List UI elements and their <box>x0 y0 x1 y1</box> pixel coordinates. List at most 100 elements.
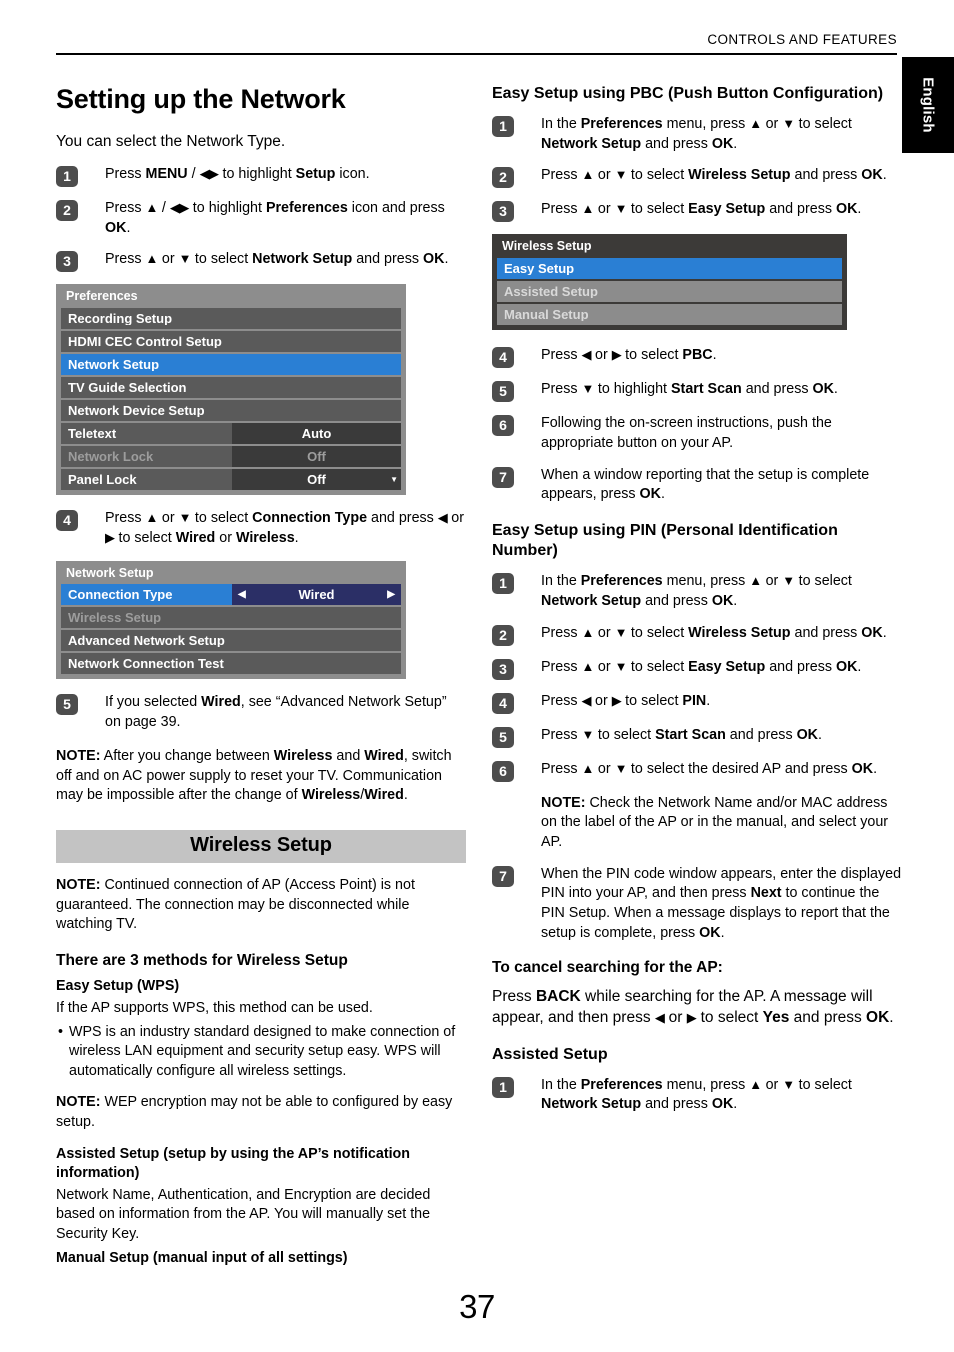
pbc-steps-1-3: 1 In the Preferences menu, press ▲ or ▼ t… <box>492 115 902 223</box>
wireless-setup-menu-title: Wireless Setup <box>502 239 592 254</box>
step-item: 4 Press ◀ or ▶ to select PIN. <box>492 692 902 714</box>
page-number: 37 <box>459 1288 495 1325</box>
menu-row[interactable]: Easy Setup <box>497 258 842 280</box>
menu-row-label: Network Device Setup <box>68 404 205 418</box>
menu-row-value[interactable]: ◀ Wired ▶ <box>232 584 401 606</box>
chevron-right-icon[interactable]: ▶ <box>387 589 395 600</box>
step-item: 3 Press ▲ or ▼ to select Easy Setup and p… <box>492 658 902 680</box>
step-item: 3 Press ▲ or ▼ to select Network Setup a… <box>56 250 466 273</box>
wireless-setup-menu-rows: Easy Setup Assisted Setup Manual Setup <box>497 258 842 326</box>
step-number-badge: 1 <box>492 573 514 595</box>
menu-row[interactable]: Network Lock Off <box>61 446 401 468</box>
step-number-badge: 1 <box>56 165 78 187</box>
menu-row-value[interactable]: Auto <box>232 423 401 445</box>
menu-row-label: HDMI CEC Control Setup <box>68 335 222 349</box>
pbc-heading: Easy Setup using PBC (Push Button Config… <box>492 85 884 102</box>
menu-row-label: Network Lock <box>68 450 154 464</box>
step-text: Press ▲ or ▼ to select Wireless Setup an… <box>541 624 887 641</box>
pin-steps: 1 In the Preferences menu, press ▲ or ▼ t… <box>492 572 902 782</box>
step-item: 1 In the Preferences menu, press ▲ or ▼ t… <box>492 115 902 154</box>
step-item: 7 When the PIN code window appears, ente… <box>492 865 902 944</box>
step-number-badge: 6 <box>492 760 514 782</box>
step-number-badge: 2 <box>56 199 78 221</box>
step-text: Press ▼ to select Start Scan and press O… <box>541 726 822 743</box>
step-item: 2 Press ▲ or ▼ to select Wireless Setup a… <box>492 166 902 189</box>
step-number-badge: 1 <box>492 1076 514 1098</box>
menu-row-value[interactable]: Off <box>232 446 401 468</box>
wireless-setup-banner: Wireless Setup <box>56 829 466 863</box>
menu-row-label: Network Connection Test <box>68 657 224 671</box>
steps-group-setup: 1 Press MENU / ◀▶ to highlight Setup ico… <box>56 165 466 273</box>
step-item: 5 If you selected Wired, see “Advanced N… <box>56 693 466 732</box>
step-text: Press ▲ or ▼ to select Network Setup and… <box>105 251 449 268</box>
step-number-badge: 3 <box>492 201 514 223</box>
step-number-badge: 5 <box>492 381 514 403</box>
menu-row-label: Advanced Network Setup <box>68 634 225 648</box>
note-wep: NOTE: WEP encryption may not be able to … <box>56 1093 453 1130</box>
step-text: Press MENU / ◀▶ to highlight Setup icon. <box>105 165 370 182</box>
step-item: 1 In the Preferences menu, press ▲ or ▼ t… <box>492 572 902 611</box>
menu-row[interactable]: Network Device Setup <box>61 400 401 422</box>
menu-row[interactable]: Manual Setup <box>497 304 842 326</box>
step-text: In the Preferences menu, press ▲ or ▼ to… <box>541 1076 852 1113</box>
chevron-down-icon[interactable]: ▼ <box>390 475 398 484</box>
menu-row-label: Wireless Setup <box>68 611 162 625</box>
menu-row[interactable]: Panel Lock Off ▼ <box>61 469 401 491</box>
step-text: Press ▼ to highlight Start Scan and pres… <box>541 381 838 398</box>
step-number-badge: 4 <box>492 692 514 714</box>
step-number-badge: 2 <box>492 624 514 646</box>
menu-row[interactable]: Connection Type ◀ Wired ▶ <box>61 584 401 606</box>
pin-heading: Easy Setup using PIN (Personal Identific… <box>492 522 838 560</box>
step-text: Press ▲ or ▼ to select Connection Type a… <box>105 510 464 546</box>
menu-row-label: Connection Type <box>68 588 173 602</box>
menu-row-label: Recording Setup <box>68 312 173 326</box>
language-tab-label: English <box>919 77 937 133</box>
note-ap-connection: NOTE: Continued connection of AP (Access… <box>56 876 415 933</box>
menu-row-label: Manual Setup <box>504 308 589 322</box>
menu-row[interactable]: TV Guide Selection <box>61 377 401 399</box>
menu-row[interactable]: Wireless Setup <box>61 607 401 629</box>
menu-row[interactable]: Network Setup <box>61 354 401 376</box>
menu-row[interactable]: Advanced Network Setup <box>61 630 401 652</box>
step-item: 5 Press ▼ to highlight Start Scan and pre… <box>492 380 902 403</box>
step-number-badge: 7 <box>492 865 514 887</box>
menu-row[interactable]: Assisted Setup <box>497 281 842 303</box>
step-text: Press ▲ or ▼ to select Wireless Setup an… <box>541 167 887 184</box>
easy-setup-wps-bullets: WPS is an industry standard designed to … <box>56 1023 466 1082</box>
assisted-setup-steps: 1 In the Preferences menu, press ▲ or ▼ t… <box>492 1076 902 1115</box>
step-item: 1 In the Preferences menu, press ▲ or ▼ t… <box>492 1076 902 1115</box>
step-item: 6 Press ▲ or ▼ to select the desired AP a… <box>492 760 902 782</box>
wireless-setup-menu-screenshot: Wireless Setup Easy Setup Assisted Setup M… <box>492 234 847 331</box>
pbc-steps-4-7: 4 Press ◀ or ▶ to select PBC. 5 Press ▼ to … <box>492 346 902 505</box>
left-column: Setting up the Network You can select th… <box>56 84 466 1270</box>
step-number-badge: 6 <box>492 415 514 437</box>
step-number-badge: 3 <box>56 251 78 273</box>
menu-row[interactable]: Recording Setup <box>61 308 401 330</box>
page-title: Setting up the Network <box>56 84 346 114</box>
step-number-badge: 4 <box>492 347 514 369</box>
header-divider <box>56 53 897 55</box>
menu-row[interactable]: HDMI CEC Control Setup <box>61 331 401 353</box>
chevron-left-icon[interactable]: ◀ <box>238 589 246 600</box>
step-number-badge: 7 <box>492 466 514 488</box>
methods-heading: There are 3 methods for Wireless Setup <box>56 952 348 970</box>
network-setup-menu-rows: Connection Type ◀ Wired ▶ Wireless Setup Adva… <box>61 584 401 675</box>
right-column: Easy Setup using PBC (Push Button Config… <box>492 84 902 1127</box>
step-text: In the Preferences menu, press ▲ or ▼ to… <box>541 573 852 609</box>
step-item: 1 Press MENU / ◀▶ to highlight Setup ico… <box>56 165 466 187</box>
menu-row[interactable]: Network Connection Test <box>61 653 401 675</box>
step-item: 2 Press ▲ / ◀▶ to highlight Preferences … <box>56 199 466 238</box>
menu-row-value[interactable]: Off ▼ <box>232 469 401 491</box>
cancel-search-body: Press BACK while searching for the AP. A… <box>492 987 894 1026</box>
assisted-setup-body: Network Name, Authentication, and Encryp… <box>56 1186 431 1242</box>
step-item: 2 Press ▲ or ▼ to select Wireless Setup a… <box>492 624 902 646</box>
step-number-badge: 2 <box>492 167 514 189</box>
step-number-badge: 5 <box>492 726 514 748</box>
intro-text: You can select the Network Type. <box>56 133 286 151</box>
preferences-menu-rows: Recording Setup HDMI CEC Control Setup Net… <box>61 308 401 491</box>
step-text: Following the on-screen instructions, pu… <box>541 415 832 451</box>
step-number-badge: 1 <box>492 116 514 137</box>
assisted-setup-heading: Assisted Setup (setup by using the AP’s … <box>56 1146 411 1181</box>
assisted-setup-section-heading: Assisted Setup <box>492 1045 608 1063</box>
menu-row[interactable]: Teletext Auto <box>61 423 401 445</box>
